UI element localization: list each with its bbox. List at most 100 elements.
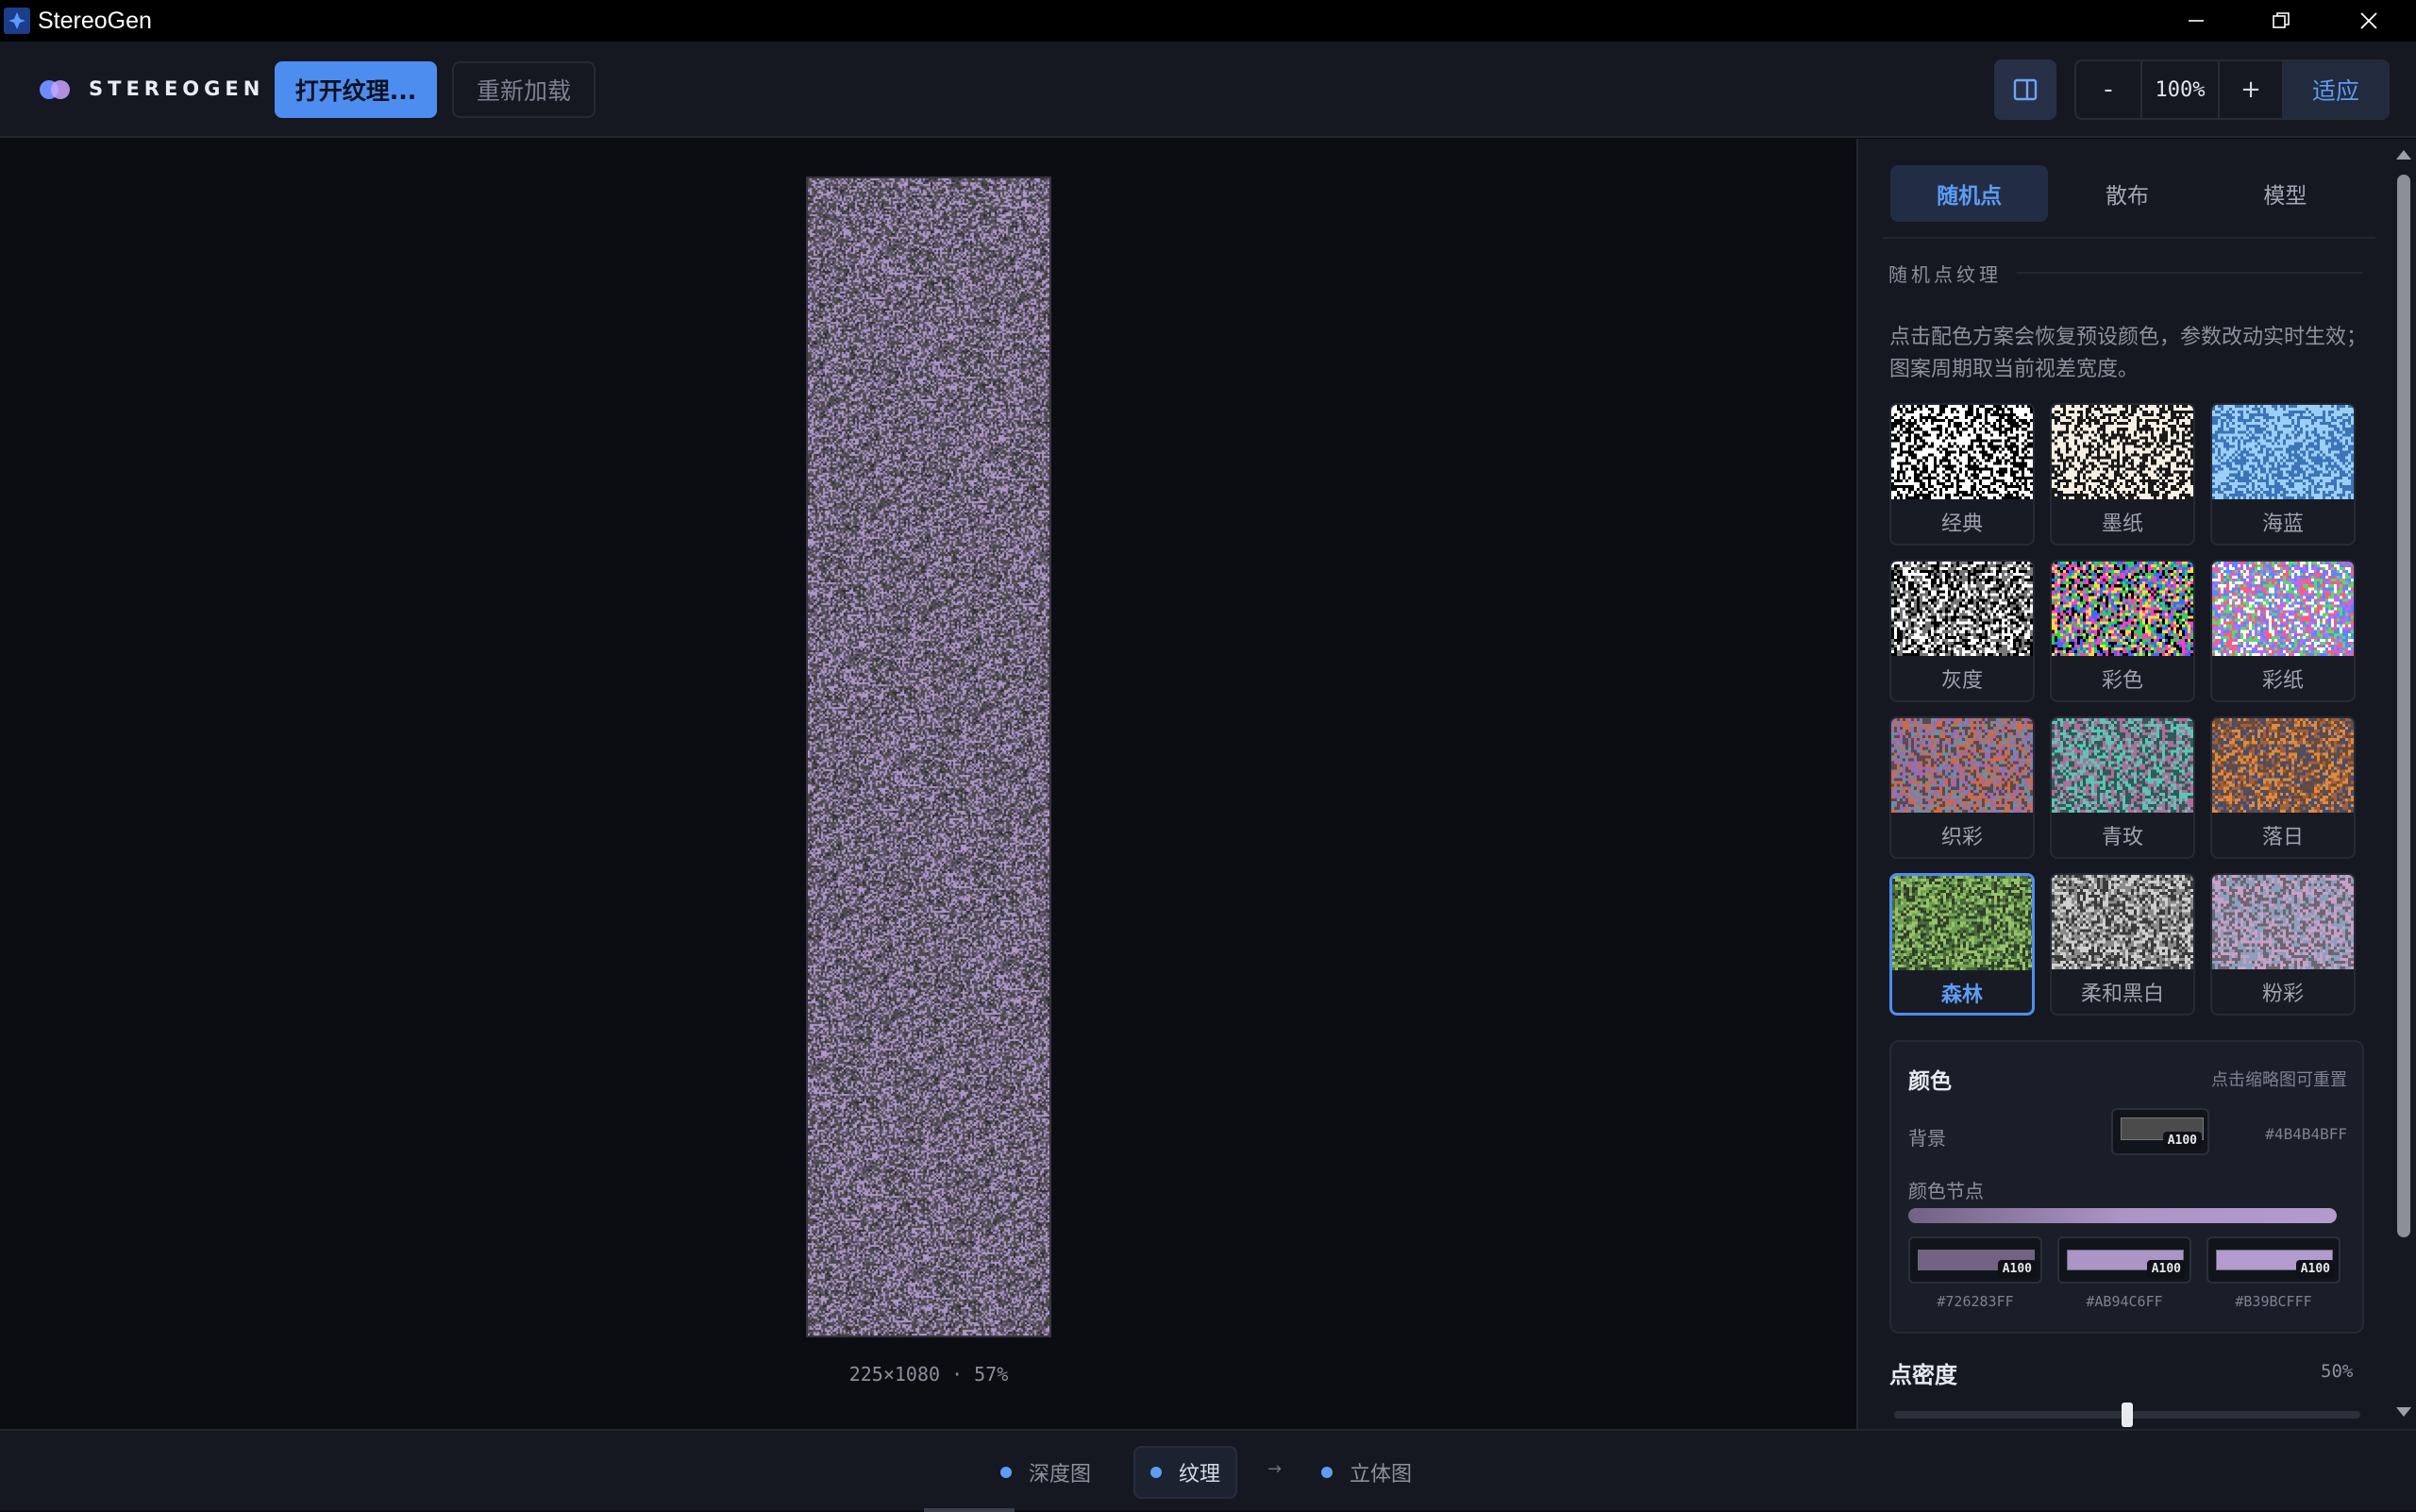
background-label: 背景 — [1908, 1127, 1946, 1150]
preset-thumbnail — [2052, 405, 2193, 499]
preset-thumbnail — [2052, 562, 2193, 656]
color-nodes: A100 #726283FF A100 #AB94C6FF A100 #B39B… — [1908, 1236, 2340, 1310]
preset-thumbnail — [2212, 718, 2354, 813]
canvas-area[interactable]: 225×1080 · 57% — [0, 139, 1856, 1429]
color-node: A100 #B39BCFFF — [2206, 1236, 2340, 1310]
step-label: 纹理 — [1179, 1463, 1221, 1487]
scroll-thumb[interactable] — [2397, 175, 2410, 1237]
step-depth-map[interactable]: 深度图 — [985, 1446, 1106, 1499]
color-node-swatch[interactable]: A100 — [2057, 1236, 2191, 1284]
close-button[interactable] — [2324, 0, 2413, 42]
zoom-controls: - 100% + 适应 — [2074, 59, 2390, 120]
preset-thumbnail — [1892, 876, 2032, 970]
step-dot-icon — [1321, 1467, 1333, 1478]
tab-scatter[interactable]: 散布 — [2048, 165, 2206, 222]
texture-canvas — [808, 178, 1049, 1336]
preset-woven[interactable]: 织彩 — [1889, 716, 2035, 859]
preset-thumbnail — [2212, 875, 2354, 969]
color-node: A100 #AB94C6FF — [2057, 1236, 2191, 1310]
preset-grid: 经典 墨纸 海蓝 灰度 彩色 彩纸 织彩 青玫 落日 森林 柔和黑白 粉彩 — [1889, 403, 2363, 1016]
preset-label: 灰度 — [1940, 668, 1983, 693]
step-dot-icon — [1150, 1467, 1162, 1478]
toggle-panel-button[interactable] — [1994, 59, 2056, 120]
open-texture-button[interactable]: 打开纹理... — [275, 61, 437, 118]
gradient-bar[interactable] — [1908, 1208, 2337, 1223]
sidebar-toggle-icon — [2013, 78, 2038, 101]
bottom-step-bar: 深度图 纹理 → 立体图 — [0, 1429, 2416, 1512]
step-texture[interactable]: 纹理 — [1133, 1446, 1238, 1499]
preset-ocean-blue[interactable]: 海蓝 — [2210, 403, 2356, 546]
tab-model[interactable]: 模型 — [2206, 165, 2364, 222]
restore-icon — [2273, 12, 2290, 28]
brand-name: STEREOGEN — [89, 77, 265, 100]
color-card-hint: 点击缩略图可重置 — [2211, 1070, 2347, 1090]
preset-color-paper[interactable]: 彩纸 — [2210, 560, 2356, 702]
preset-label: 海蓝 — [2261, 512, 2304, 536]
preset-thumbnail — [2052, 875, 2193, 969]
alpha-badge: A100 — [1997, 1260, 2037, 1278]
preset-thumbnail — [2212, 405, 2354, 499]
preset-label: 青玫 — [2101, 825, 2143, 849]
density-label: 点密度 — [1889, 1362, 1957, 1388]
tab-random-dots[interactable]: 随机点 — [1890, 165, 2049, 222]
preset-ink-paper[interactable]: 墨纸 — [2050, 403, 2195, 546]
step-stereogram[interactable]: 立体图 — [1306, 1446, 1427, 1499]
minimize-button[interactable] — [2152, 0, 2240, 42]
preset-teal-rose[interactable]: 青玫 — [2050, 716, 2195, 859]
app-icon — [4, 8, 30, 34]
preset-label: 粉彩 — [2261, 982, 2304, 1006]
color-card: 颜色 点击缩略图可重置 背景 A100 #4B4B4BFF 颜色节点 A100 … — [1889, 1040, 2364, 1334]
color-node-swatch[interactable]: A100 — [2206, 1236, 2340, 1284]
preset-color[interactable]: 彩色 — [2050, 560, 2195, 702]
preset-thumbnail — [2212, 562, 2354, 656]
density-slider[interactable] — [1894, 1403, 2360, 1427]
preset-label: 森林 — [1940, 983, 1983, 1007]
step-label: 深度图 — [1029, 1463, 1092, 1487]
preset-forest[interactable]: 森林 — [1889, 873, 2035, 1016]
scroll-up-arrow-icon[interactable] — [2396, 150, 2411, 160]
preset-sunset[interactable]: 落日 — [2210, 716, 2356, 859]
mode-tabs: 随机点 散布 模型 — [1890, 165, 2364, 222]
step-arrow-icon: → — [1267, 1459, 1283, 1479]
texture-preview[interactable] — [806, 176, 1051, 1337]
step-label: 立体图 — [1350, 1463, 1413, 1487]
bottom-indicator — [924, 1508, 1015, 1512]
preset-label: 彩色 — [2101, 668, 2143, 693]
minimize-icon — [2189, 20, 2204, 22]
preset-pastel[interactable]: 粉彩 — [2210, 873, 2356, 1016]
section-title: 随机点纹理 — [1888, 263, 2002, 286]
restore-button[interactable] — [2237, 0, 2325, 42]
tabs-divider — [1883, 237, 2375, 239]
density-slider-thumb[interactable] — [2122, 1403, 2133, 1427]
color-node-hex: #B39BCFFF — [2235, 1293, 2312, 1310]
section-divider — [2017, 272, 2362, 274]
reload-button[interactable]: 重新加载 — [452, 61, 596, 118]
preset-grayscale[interactable]: 灰度 — [1889, 560, 2035, 702]
preset-label: 经典 — [1940, 512, 1983, 536]
close-icon — [2360, 12, 2377, 29]
title-bar: StereoGen — [0, 0, 2416, 42]
preset-soft-mono[interactable]: 柔和黑白 — [2050, 873, 2195, 1016]
zoom-out-button[interactable]: - — [2076, 61, 2140, 118]
color-nodes-label: 颜色节点 — [1908, 1180, 1984, 1202]
preset-label: 落日 — [2261, 825, 2304, 849]
preset-classic[interactable]: 经典 — [1889, 403, 2035, 546]
panel-scrollbar[interactable] — [2390, 139, 2416, 1429]
canvas-caption: 225×1080 · 57% — [848, 1363, 1009, 1386]
preset-thumbnail — [1891, 562, 2033, 656]
preset-label: 墨纸 — [2101, 512, 2143, 536]
preset-label: 织彩 — [1940, 825, 1983, 849]
alpha-badge: A100 — [2162, 1132, 2202, 1150]
density-value: 50% — [2321, 1361, 2354, 1382]
background-color-swatch[interactable]: A100 — [2111, 1108, 2209, 1155]
color-node: A100 #726283FF — [1908, 1236, 2042, 1310]
fit-button[interactable]: 适应 — [2284, 61, 2388, 118]
settings-panel: 随机点 散布 模型 随机点纹理 点击配色方案会恢复预设颜色，参数改动实时生效；图… — [1856, 139, 2416, 1429]
brand-logo-icon — [40, 78, 72, 99]
color-card-title: 颜色 — [1908, 1069, 1952, 1094]
window-title: StereoGen — [38, 7, 152, 34]
color-node-swatch[interactable]: A100 — [1908, 1236, 2042, 1284]
description-text: 点击配色方案会恢复预设颜色，参数改动实时生效；图案周期取当前视差宽度。 — [1889, 326, 2368, 381]
scroll-down-arrow-icon[interactable] — [2396, 1407, 2411, 1417]
zoom-in-button[interactable]: + — [2220, 61, 2284, 118]
